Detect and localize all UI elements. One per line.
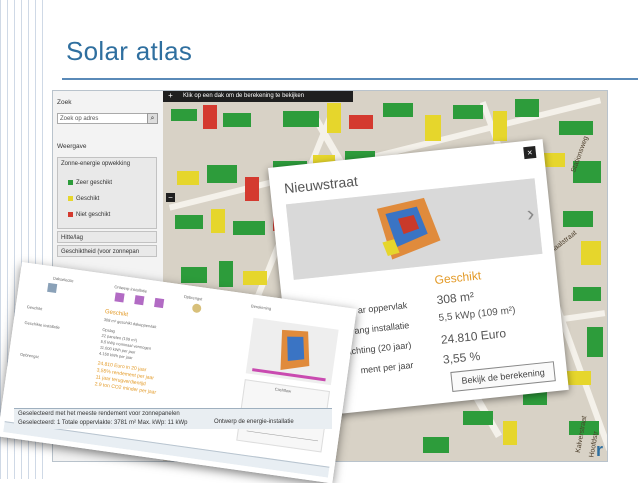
info-value: 3,55 %	[442, 348, 481, 367]
step-label: Opbrengst	[183, 293, 203, 302]
screenshot-footer: Geselecteerd met het meeste rendement vo…	[14, 408, 332, 429]
legend-item: Niet geschikt	[68, 212, 110, 218]
roof[interactable]	[283, 111, 319, 127]
close-icon[interactable]: ×	[523, 145, 537, 160]
info-value: 24.810 Euro	[440, 326, 507, 347]
step-label: Berekening	[250, 303, 272, 312]
legend-label: Zeer geschikt	[76, 180, 113, 187]
roof[interactable]	[211, 209, 225, 233]
roof[interactable]	[587, 327, 603, 357]
view-calculation-button[interactable]: Bekijk de berekening	[450, 361, 556, 392]
view-label: Weergave	[57, 143, 87, 150]
map-tip: Klik op een dak om de berekening te beki…	[163, 91, 353, 102]
roof[interactable]	[425, 115, 441, 141]
info-value: 308 m²	[435, 289, 475, 308]
row-label: Geschikt	[26, 304, 43, 312]
step-label: Dakselectie	[52, 275, 74, 284]
legend-swatch	[68, 196, 73, 201]
info-value: 5,5 kWp (109 m²)	[438, 304, 517, 324]
roof[interactable]	[233, 221, 265, 235]
gear-icon	[191, 303, 202, 314]
roof[interactable]	[515, 99, 539, 117]
legend-item: Zeer geschikt	[68, 180, 112, 186]
legend-label: Niet geschikt	[76, 212, 111, 219]
footer-status: Geselecteerd: 1 Totale oppervlakte: 3781…	[18, 420, 188, 426]
roof[interactable]	[327, 103, 341, 133]
roof[interactable]	[573, 287, 601, 301]
roof[interactable]	[463, 411, 493, 425]
panel-icon	[154, 297, 165, 309]
roof[interactable]	[559, 121, 593, 135]
roof[interactable]	[245, 177, 259, 201]
design-installation-button[interactable]: Ontwerp de energie-installatie	[214, 419, 294, 425]
roof[interactable]	[175, 215, 203, 229]
roof-thumbnail	[245, 317, 339, 386]
legend-label: Geschikt	[76, 196, 100, 203]
layer-toggle[interactable]: Geschiktheid (voor zonnepan	[57, 245, 157, 257]
legend-swatch	[68, 180, 73, 185]
roof[interactable]	[563, 211, 593, 227]
roof-heatmap-image: ›	[285, 178, 543, 280]
search-input[interactable]: Zoek op adres	[57, 113, 157, 124]
roof-heatmap-graphic	[285, 178, 543, 280]
layer-header[interactable]: Zonne-energie opwekking	[61, 161, 130, 167]
roof[interactable]	[181, 267, 207, 283]
roof[interactable]	[219, 261, 233, 287]
roof-heatmap-graphic	[252, 329, 326, 382]
row-label: Opbrengst	[19, 351, 40, 360]
roof[interactable]	[503, 421, 517, 445]
roof[interactable]	[423, 437, 449, 453]
layer-toggle[interactable]: Hitte/lag	[57, 231, 157, 243]
footer-caption: Geselecteerd met het meeste rendement vo…	[18, 411, 180, 417]
roof[interactable]	[243, 271, 267, 285]
roof[interactable]	[493, 111, 507, 141]
logo-fragment: r	[596, 440, 604, 460]
search-label: Zoek	[57, 99, 72, 106]
legend-swatch	[68, 212, 73, 217]
zoom-out-button[interactable]: −	[166, 193, 175, 202]
roof[interactable]	[223, 113, 251, 127]
slide-divider	[62, 78, 638, 80]
panel-icon	[134, 295, 145, 306]
search-icon[interactable]: ⌕	[147, 113, 158, 124]
slide-title: Solar atlas	[66, 36, 193, 66]
zoom-in-button[interactable]: +	[166, 91, 175, 100]
roof[interactable]	[203, 105, 217, 129]
house-icon	[47, 282, 58, 294]
panel-icon	[114, 292, 125, 303]
roof[interactable]	[177, 171, 199, 185]
roof[interactable]	[207, 165, 237, 183]
layer-panel: Zonne-energie opwekking Zeer geschikt Ge…	[57, 157, 157, 229]
suitability-status: Geschikt	[433, 268, 482, 288]
roof[interactable]	[581, 241, 601, 265]
row-label: Geschikte installatie	[24, 319, 61, 330]
roof[interactable]	[171, 109, 197, 121]
roof[interactable]	[453, 105, 483, 119]
roof[interactable]	[383, 103, 413, 117]
popup-title: Nieuwstraat	[283, 172, 359, 197]
legend-item: Geschikt	[68, 196, 99, 202]
roof[interactable]	[349, 115, 373, 129]
